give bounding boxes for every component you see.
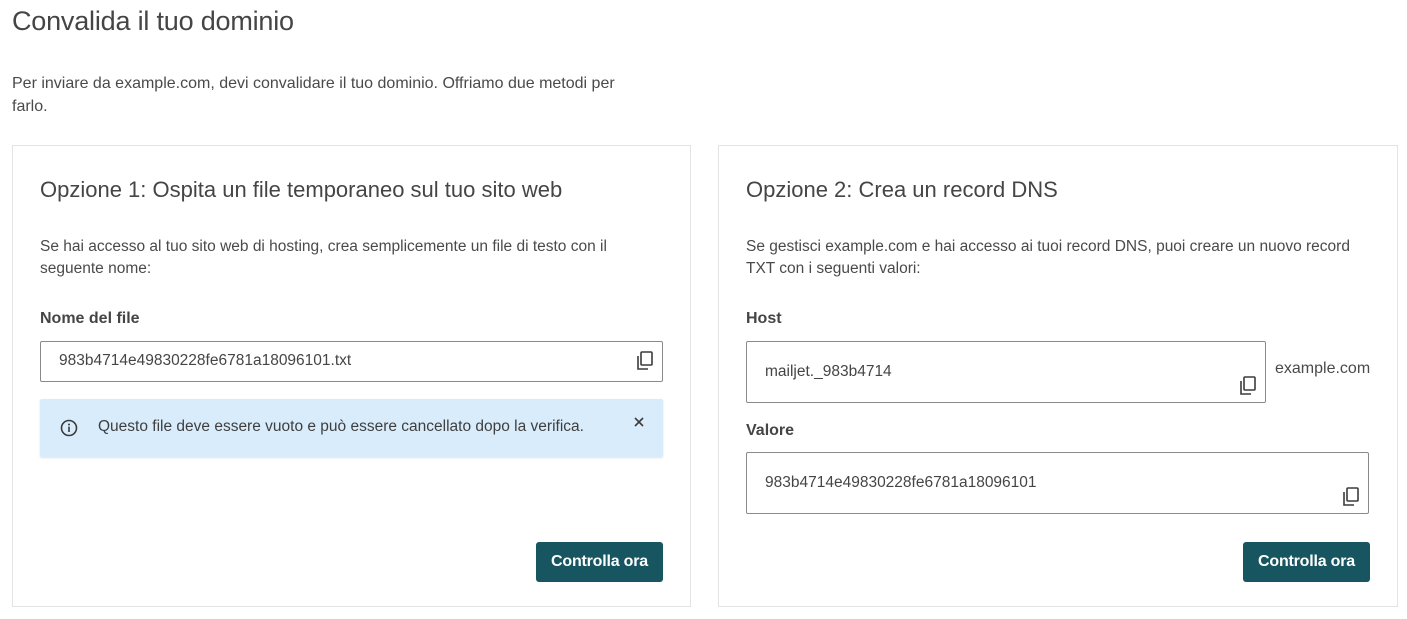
host-value[interactable]: mailjet._983b4714 — [765, 363, 892, 381]
option1-card: Opzione 1: Ospita un file temporaneo sul… — [12, 145, 691, 607]
value-label: Valore — [746, 422, 795, 439]
alert-message: Questo file deve essere vuoto e può esse… — [98, 418, 584, 435]
copy-icon[interactable] — [1342, 487, 1360, 507]
host-domain-suffix: example.com — [1275, 360, 1371, 377]
file-name-label: Nome del file — [40, 310, 140, 327]
copy-icon[interactable] — [1239, 376, 1257, 396]
page-title: Convalida il tuo dominio — [12, 6, 294, 36]
info-icon — [60, 419, 78, 437]
option2-description: Se gestisci example.com e hai accesso ai… — [746, 238, 1350, 277]
check-now-button-option2[interactable]: Controlla ora — [1243, 542, 1370, 582]
value-value[interactable]: 983b4714e49830228fe6781a18096101 — [765, 474, 1037, 492]
host-field[interactable]: mailjet._983b4714 — [746, 341, 1266, 403]
file-name-field[interactable]: 983b4714e49830228fe6781a18096101.txt — [40, 341, 663, 382]
check-now-button-option1[interactable]: Controlla ora — [536, 542, 663, 582]
info-alert: Questo file deve essere vuoto e può esse… — [40, 399, 663, 457]
copy-icon[interactable] — [636, 351, 654, 371]
file-name-value[interactable]: 983b4714e49830228fe6781a18096101.txt — [59, 352, 351, 370]
option2-card: Opzione 2: Crea un record DNS Se gestisc… — [718, 145, 1398, 607]
value-field[interactable]: 983b4714e49830228fe6781a18096101 — [746, 452, 1369, 514]
close-icon[interactable] — [633, 415, 645, 427]
host-label: Host — [746, 310, 782, 327]
option2-title: Opzione 2: Crea un record DNS — [746, 177, 1058, 202]
option1-title: Opzione 1: Ospita un file temporaneo sul… — [40, 177, 563, 202]
option1-description: Se hai accesso al tuo sito web di hostin… — [40, 238, 607, 277]
page-intro: Per inviare da example.com, devi convali… — [12, 75, 615, 115]
